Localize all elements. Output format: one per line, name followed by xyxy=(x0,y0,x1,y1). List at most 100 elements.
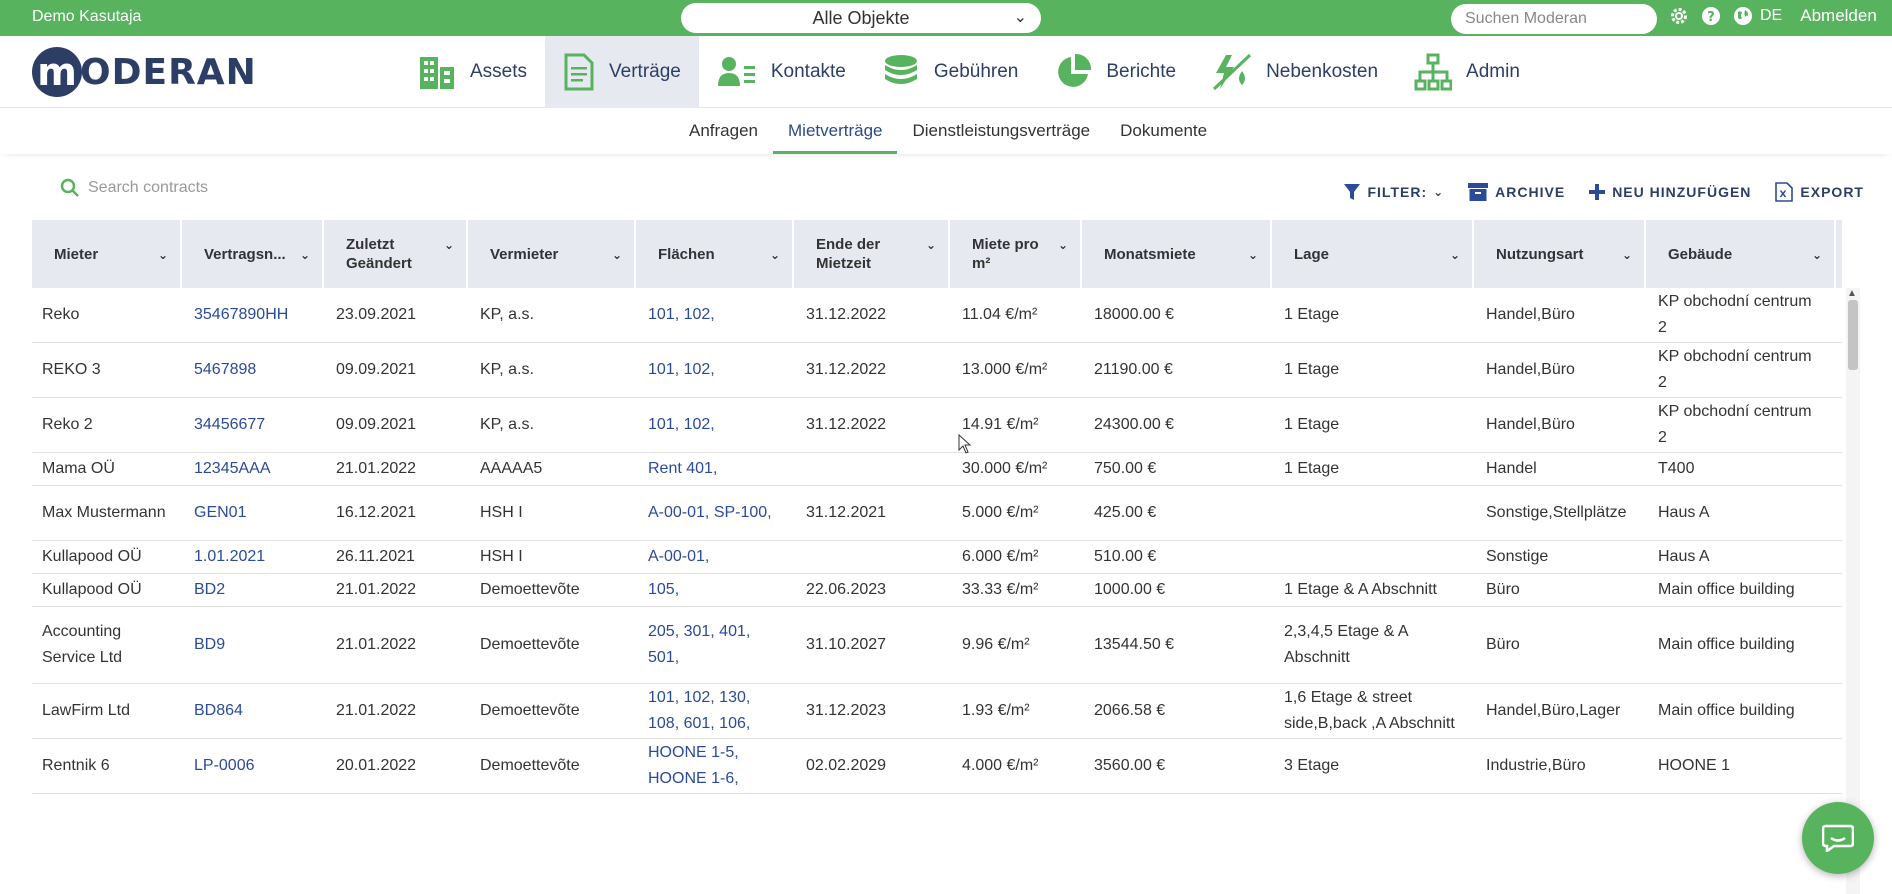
cell-vertragsnummer[interactable]: 1.01.2021 xyxy=(182,544,324,570)
cell-nutzungsart: Sonstige xyxy=(1486,548,1549,565)
chevron-down-icon[interactable]: ⌄ xyxy=(300,246,310,265)
cell-monatsmiete: 21190.00 € xyxy=(1094,361,1173,378)
cell-vertragsnummer[interactable]: GEN01 xyxy=(182,500,324,526)
cell-vertragsnummer[interactable]: 5467898 xyxy=(182,357,324,383)
cell-flaechen[interactable]: 101, 102, xyxy=(636,357,794,383)
nav-item-berichte[interactable]: Berichte xyxy=(1036,36,1194,108)
cell-monatsmiete: 18000.00 € xyxy=(1094,306,1175,323)
chat-bubble-icon xyxy=(1822,824,1854,852)
column-header-monatsmiete[interactable]: Monatsmiete ⌄ xyxy=(1082,220,1272,288)
table-row[interactable]: Reko 35467890HH 23.09.2021 KP, a.s. 101, 102… xyxy=(32,288,1842,343)
cell-lage: 1 Etage xyxy=(1284,361,1340,378)
chevron-down-icon[interactable]: ⌄ xyxy=(612,246,622,265)
nav-item-assets[interactable]: Assets xyxy=(400,36,545,108)
cell-flaechen[interactable]: HOONE 1-5, HOONE 1-6, xyxy=(636,740,794,792)
search-contracts-input[interactable]: Search contracts xyxy=(60,178,208,198)
logout-link[interactable]: Abmelden xyxy=(1800,6,1877,26)
cell-flaechen[interactable]: 105, xyxy=(636,577,794,603)
cell-vermieter: KP, a.s. xyxy=(480,361,534,378)
archive-button[interactable]: ARCHIVE xyxy=(1468,183,1565,201)
filter-button[interactable]: FILTER: ⌄ xyxy=(1344,183,1444,201)
gear-icon[interactable] xyxy=(1668,5,1690,27)
table-row[interactable]: Mama OÜ 12345AAA 21.01.2022 AAAAA5 Rent 401,… xyxy=(32,453,1842,486)
chevron-down-icon[interactable]: ⌄ xyxy=(1248,246,1258,265)
cell-flaechen[interactable]: 101, 102, 130, 108, 601, 106, xyxy=(636,685,794,737)
utilities-icon xyxy=(1213,53,1252,91)
table-row[interactable]: Reko 2 34456677 09.09.2021 KP, a.s. 101, 102… xyxy=(32,398,1842,453)
cell-mieter: Reko 2 xyxy=(42,416,93,433)
cell-vertragsnummer[interactable]: BD864 xyxy=(182,698,324,724)
cell-lage: 1 Etage xyxy=(1284,416,1340,433)
column-header-miete-pro-m2[interactable]: Miete pro m² ⌄ xyxy=(950,220,1082,288)
cell-vertragsnummer[interactable]: 34456677 xyxy=(182,412,324,438)
language-selector[interactable]: DE xyxy=(1760,7,1782,25)
table-row[interactable]: Rentnik 6 LP-0006 20.01.2022 Demoettevõte HO… xyxy=(32,739,1842,794)
cell-gebaeude: T400 xyxy=(1658,460,1695,477)
chat-button[interactable] xyxy=(1802,802,1874,874)
nav-item-kontakte[interactable]: Kontakte xyxy=(699,36,864,108)
cell-lage: 1 Etage & A Abschnitt xyxy=(1284,581,1437,598)
table-row[interactable]: Kullapood OÜ BD2 21.01.2022 Demoettevõte 105… xyxy=(32,574,1842,607)
column-header-vertragsnummer[interactable]: Vertragsn... ⌄ xyxy=(182,220,324,288)
tab-dienstleistungsvertraege[interactable]: Dienstleistungsverträge xyxy=(897,108,1105,154)
table-row[interactable]: LawFirm Ltd BD864 21.01.2022 Demoettevõte 10… xyxy=(32,684,1842,739)
chevron-down-icon[interactable]: ⌄ xyxy=(1622,246,1632,265)
nav-item-label: Kontakte xyxy=(770,61,846,82)
column-header-nutzungsart[interactable]: Nutzungsart ⌄ xyxy=(1474,220,1646,288)
chevron-down-icon[interactable]: ⌄ xyxy=(770,246,780,265)
column-header-mieter[interactable]: Mieter ⌄ xyxy=(32,220,182,288)
cell-vertragsnummer[interactable]: BD2 xyxy=(182,577,324,603)
column-header-ende-der-mietzeit[interactable]: Ende der Mietzeit ⌄ xyxy=(794,220,950,288)
cell-flaechen[interactable]: 205, 301, 401, 501, xyxy=(636,619,794,671)
search-icon xyxy=(60,178,79,197)
global-search-input[interactable]: Suchen Moderan xyxy=(1451,4,1657,34)
cell-gebaeude: Main office building xyxy=(1658,636,1795,653)
scroll-up-icon[interactable]: ▲ xyxy=(1847,288,1857,299)
globe-icon[interactable] xyxy=(1732,5,1754,27)
table-row[interactable]: Kullapood OÜ 1.01.2021 26.11.2021 HSH I A-00… xyxy=(32,541,1842,574)
column-header-flaechen[interactable]: Flächen ⌄ xyxy=(636,220,794,288)
cell-flaechen[interactable]: Rent 401, xyxy=(636,456,794,482)
cell-flaechen[interactable]: A-00-01, xyxy=(636,544,794,570)
nav-item-vertraege[interactable]: Verträge xyxy=(545,36,699,108)
cell-flaechen[interactable]: 101, 102, xyxy=(636,412,794,438)
add-new-button[interactable]: NEU HINZUFÜGEN xyxy=(1589,184,1751,200)
nav-item-gebuehren[interactable]: Gebühren xyxy=(864,36,1037,108)
search-contracts-placeholder: Search contracts xyxy=(88,179,209,196)
help-icon[interactable]: ? xyxy=(1700,5,1722,27)
cell-vertragsnummer[interactable]: BD9 xyxy=(182,632,324,658)
cell-ende-der-mietzeit: 31.12.2022 xyxy=(806,361,887,378)
column-header-vermieter[interactable]: Vermieter ⌄ xyxy=(468,220,636,288)
current-user[interactable]: Demo Kasutaja xyxy=(32,8,141,26)
tab-dokumente[interactable]: Dokumente xyxy=(1105,108,1222,154)
cell-flaechen[interactable]: A-00-01, SP-100, xyxy=(636,500,794,526)
chevron-down-icon[interactable]: ⌄ xyxy=(444,236,454,255)
nav-item-nebenkosten[interactable]: Nebenkosten xyxy=(1194,36,1396,108)
chevron-down-icon: ⌄ xyxy=(1433,185,1445,199)
table-row[interactable]: REKO 3 5467898 09.09.2021 KP, a.s. 101, 102,… xyxy=(32,343,1842,398)
table-row[interactable]: Max Mustermann GEN01 16.12.2021 HSH I A-00-0… xyxy=(32,486,1842,541)
chevron-down-icon[interactable]: ⌄ xyxy=(158,246,168,265)
column-header-lage[interactable]: Lage ⌄ xyxy=(1272,220,1474,288)
cell-vertragsnummer[interactable]: 35467890HH xyxy=(182,302,324,328)
chevron-down-icon[interactable]: ⌄ xyxy=(1058,236,1068,255)
nav-item-admin[interactable]: Admin xyxy=(1396,36,1538,108)
object-selector[interactable]: Alle Objekte ⌄ xyxy=(681,3,1041,33)
cell-vertragsnummer[interactable]: LP-0006 xyxy=(182,753,324,779)
table-row[interactable]: Accounting Service Ltd BD9 21.01.2022 Demoe… xyxy=(32,607,1842,684)
chevron-down-icon[interactable]: ⌄ xyxy=(926,236,936,255)
cell-flaechen[interactable]: 101, 102, xyxy=(636,302,794,328)
tab-anfragen[interactable]: Anfragen xyxy=(674,108,773,154)
cell-mieter: Kullapood OÜ xyxy=(42,548,142,565)
column-header-zuletzt-geaendert[interactable]: Zuletzt Geändert ⌄ xyxy=(324,220,468,288)
chevron-down-icon[interactable]: ⌄ xyxy=(1812,246,1822,265)
scrollbar-thumb[interactable] xyxy=(1848,300,1858,370)
moderan-logo[interactable]: m ODERAN xyxy=(32,44,257,100)
cell-gebaeude: KP obchodní centrum 2 xyxy=(1658,403,1812,446)
cell-vertragsnummer[interactable]: 12345AAA xyxy=(182,456,324,482)
tab-mietvertraege[interactable]: Mietverträge xyxy=(773,108,898,154)
cell-mieter: Kullapood OÜ xyxy=(42,581,142,598)
export-button[interactable]: X EXPORT xyxy=(1775,182,1864,202)
chevron-down-icon[interactable]: ⌄ xyxy=(1450,246,1460,265)
column-header-gebaeude[interactable]: Gebäude ⌄ xyxy=(1646,220,1836,288)
